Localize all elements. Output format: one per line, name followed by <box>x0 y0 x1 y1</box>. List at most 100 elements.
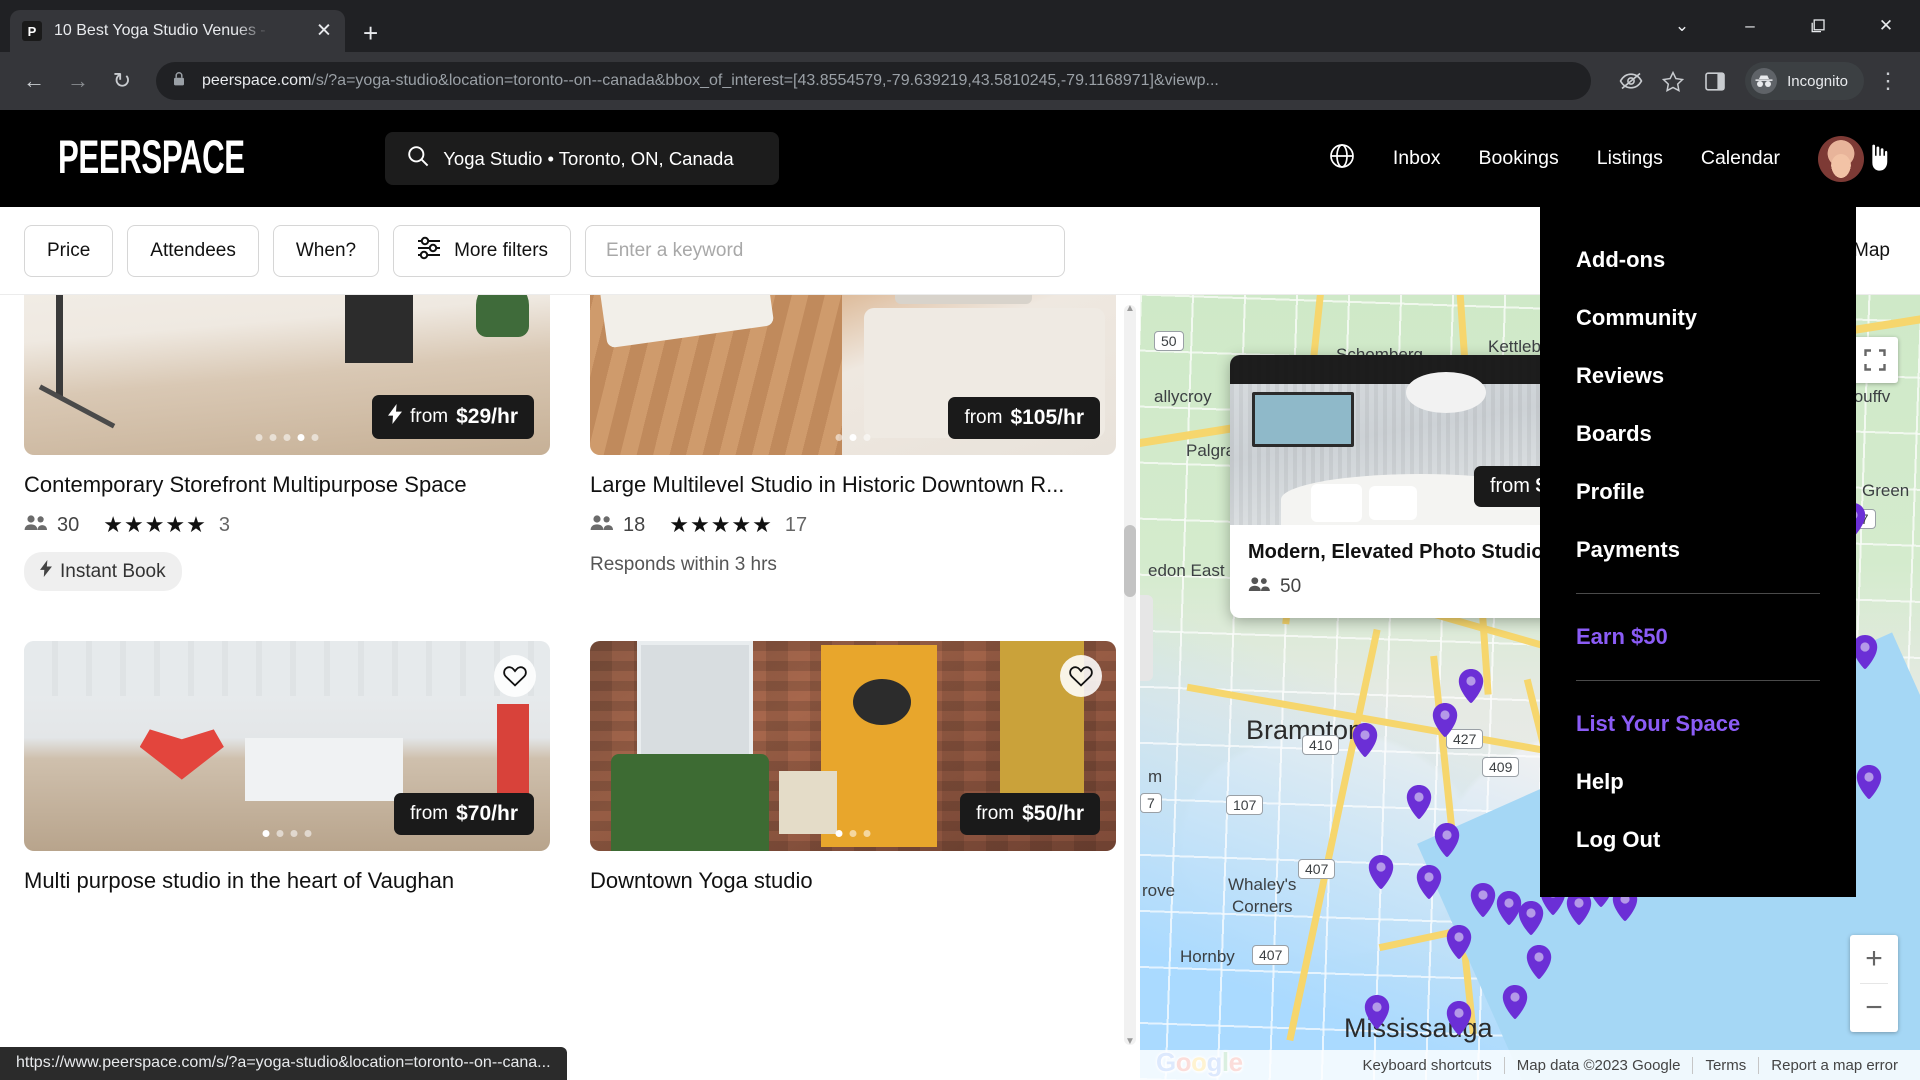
maximize-icon[interactable] <box>1784 0 1852 52</box>
price-amount: $105/hr <box>1010 406 1084 429</box>
listing-image[interactable]: from $50/hr <box>590 641 1116 851</box>
listing-card[interactable]: from $70/hr Multi purpose studio in the … <box>24 641 550 894</box>
map-pin[interactable] <box>1364 995 1390 1029</box>
new-tab-icon[interactable]: + <box>363 20 378 46</box>
menu-item-reviews[interactable]: Reviews <box>1540 347 1856 405</box>
listing-image[interactable]: from $70/hr <box>24 641 550 851</box>
map-pin[interactable] <box>1432 703 1458 737</box>
url-text: peerspace.com/s/?a=yoga-studio&location=… <box>202 72 1219 90</box>
chevron-down-icon[interactable]: ⌄ <box>1648 0 1716 52</box>
header-search-box[interactable]: Yoga Studio • Toronto, ON, Canada <box>385 132 780 185</box>
image-carousel-dots[interactable] <box>835 830 871 837</box>
zoom-in-button[interactable]: + <box>1850 935 1898 983</box>
nav-link-bookings[interactable]: Bookings <box>1479 147 1559 170</box>
address-bar[interactable]: peerspace.com/s/?a=yoga-studio&location=… <box>156 62 1592 100</box>
account-menu-trigger[interactable] <box>1818 135 1888 182</box>
scroll-up-arrow[interactable]: ▲ <box>1124 303 1136 314</box>
scroll-down-arrow[interactable]: ▼ <box>1124 1036 1136 1047</box>
listing-card[interactable]: from $105/hr Large Multilevel Studio in … <box>590 295 1116 591</box>
map-pin[interactable] <box>1446 1001 1472 1035</box>
map-collapse-handle[interactable] <box>1140 595 1153 681</box>
listing-title[interactable]: Downtown Yoga studio <box>590 868 1116 894</box>
zoom-out-button[interactable]: − <box>1850 984 1898 1032</box>
favorite-heart-icon[interactable] <box>1060 655 1102 697</box>
menu-item-earn-50[interactable]: Earn $50 <box>1540 608 1856 666</box>
close-window-icon[interactable]: ✕ <box>1852 0 1920 52</box>
listing-card[interactable]: from $29/hr Contemporary Storefront Mult… <box>24 295 550 591</box>
listing-title[interactable]: Multi purpose studio in the heart of Vau… <box>24 868 550 894</box>
report-map-error-link[interactable]: Report a map error <box>1758 1056 1910 1074</box>
reload-icon[interactable]: ↻ <box>102 61 142 101</box>
image-carousel-dots[interactable] <box>262 830 312 837</box>
map-pin[interactable] <box>1502 985 1528 1019</box>
popup-capacity-value: 50 <box>1280 576 1302 597</box>
menu-item-payments[interactable]: Payments <box>1540 521 1856 579</box>
menu-item-log-out[interactable]: Log Out <box>1540 811 1856 869</box>
map-pin[interactable] <box>1416 865 1442 899</box>
terms-link[interactable]: Terms <box>1692 1056 1758 1074</box>
image-carousel-dots[interactable] <box>835 434 871 441</box>
close-tab-icon[interactable]: ✕ <box>313 22 335 41</box>
header-nav: Inbox Bookings Listings Calendar <box>1329 135 1894 182</box>
listing-card[interactable]: from $50/hr Downtown Yoga studio <box>590 641 1116 894</box>
map-pin[interactable] <box>1526 945 1552 979</box>
menu-item-list-your-space[interactable]: List Your Space <box>1540 695 1856 753</box>
image-carousel-dots[interactable] <box>255 434 319 441</box>
map-pin[interactable] <box>1458 669 1484 703</box>
listing-image[interactable]: from $105/hr <box>590 295 1116 455</box>
star-rating: ★★★★★ <box>669 512 773 537</box>
map-pin[interactable] <box>1434 823 1460 857</box>
bolt-icon <box>40 560 52 583</box>
map-pin[interactable] <box>1406 785 1432 819</box>
globe-icon[interactable] <box>1329 143 1355 174</box>
map-pin[interactable] <box>1352 723 1378 757</box>
price-prefix: from <box>410 803 449 824</box>
menu-item-community[interactable]: Community <box>1540 289 1856 347</box>
more-filters-button[interactable]: More filters <box>393 224 572 277</box>
map-pin[interactable] <box>1368 855 1394 889</box>
nav-link-calendar[interactable]: Calendar <box>1701 147 1780 170</box>
hide-tracking-icon[interactable] <box>1613 63 1649 99</box>
map-pin[interactable] <box>1446 925 1472 959</box>
chrome-menu-icon[interactable]: ⋮ <box>1870 63 1906 99</box>
listing-image[interactable]: from $29/hr <box>24 295 550 455</box>
incognito-profile-chip[interactable]: Incognito <box>1745 62 1864 100</box>
peerspace-logo[interactable]: PEERSPACE <box>58 132 245 185</box>
map-toggle-label[interactable]: Map <box>1853 240 1896 262</box>
filter-price-button[interactable]: Price <box>24 224 114 277</box>
keyword-input[interactable] <box>585 224 1066 277</box>
forward-icon[interactable]: → <box>58 61 98 101</box>
filter-when-button[interactable]: When? <box>272 224 380 277</box>
listing-title[interactable]: Large Multilevel Studio in Historic Down… <box>590 472 1116 498</box>
nav-link-listings[interactable]: Listings <box>1597 147 1663 170</box>
menu-item-profile[interactable]: Profile <box>1540 463 1856 521</box>
bookmark-star-icon[interactable] <box>1655 63 1691 99</box>
map-label: allycroy <box>1154 387 1212 406</box>
map-label: rove <box>1142 881 1176 900</box>
listing-title[interactable]: Contemporary Storefront Multipurpose Spa… <box>24 472 550 498</box>
menu-item-boards[interactable]: Boards <box>1540 405 1856 463</box>
nav-link-inbox[interactable]: Inbox <box>1393 147 1441 170</box>
review-count: 17 <box>784 513 808 536</box>
price-amount: $50/hr <box>1022 802 1084 825</box>
browser-tab[interactable]: P 10 Best Yoga Studio Venues - To ✕ <box>10 10 345 52</box>
menu-item-add-ons[interactable]: Add-ons <box>1540 231 1856 289</box>
keyboard-shortcuts-link[interactable]: Keyboard shortcuts <box>1351 1057 1504 1074</box>
popup-title[interactable]: Modern, Elevated Photo Studio <box>1248 541 1578 564</box>
map-zoom-controls[interactable]: + − <box>1850 935 1898 1032</box>
price-badge: from $50/hr <box>960 793 1100 835</box>
back-icon[interactable]: ← <box>14 61 54 101</box>
map-pin[interactable] <box>1856 765 1882 799</box>
scrollbar-thumb[interactable] <box>1124 525 1136 597</box>
map-pin[interactable] <box>1470 883 1496 917</box>
menu-divider <box>1576 680 1820 681</box>
filter-attendees-button[interactable]: Attendees <box>127 224 259 277</box>
capacity-value: 30 <box>57 513 80 536</box>
minimize-icon[interactable]: – <box>1716 0 1784 52</box>
results-scrollbar[interactable]: ▲ ▼ <box>1124 303 1136 1047</box>
favorite-heart-icon[interactable] <box>494 655 536 697</box>
side-panel-icon[interactable] <box>1697 63 1733 99</box>
menu-item-help[interactable]: Help <box>1540 753 1856 811</box>
filter-when-label: When? <box>295 239 357 261</box>
fullscreen-icon[interactable] <box>1852 337 1898 383</box>
